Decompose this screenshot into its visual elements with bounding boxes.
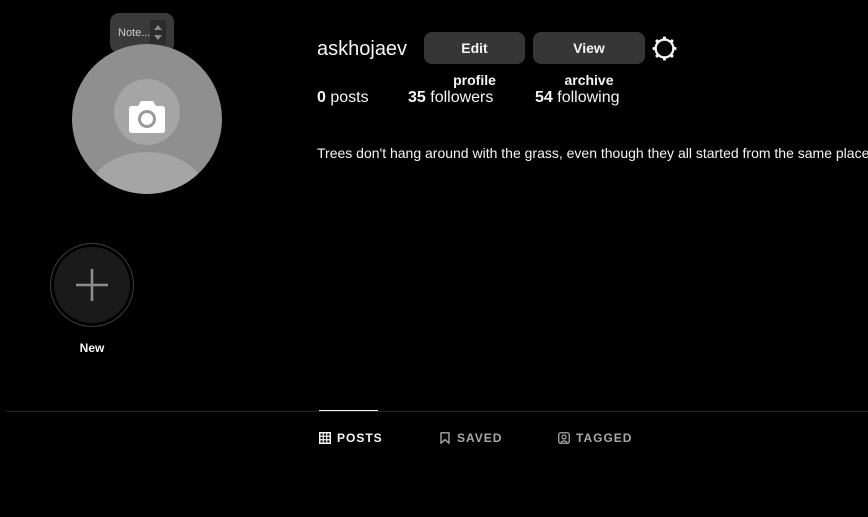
stepper-up-icon[interactable] (154, 25, 162, 30)
tab-posts[interactable]: POSTS (319, 431, 383, 447)
tab-saved-label: SAVED (457, 431, 503, 445)
profile-bio: Trees don't hang around with the grass, … (317, 145, 868, 161)
tabs-divider (6, 411, 868, 412)
edit-profile-button[interactable]: Edit profile (424, 32, 525, 88)
posts-count-label: posts (330, 89, 369, 106)
profile-page: Note... askhojaev Edit profile View arch… (0, 0, 868, 517)
new-highlight-label: New (79, 341, 105, 355)
tab-active-indicator (319, 410, 378, 411)
tab-tagged[interactable]: TAGGED (558, 431, 633, 447)
camera-icon (129, 101, 165, 133)
plus-icon (76, 269, 108, 301)
tab-saved[interactable]: SAVED (439, 431, 501, 447)
note-stepper[interactable] (150, 20, 166, 45)
avatar-shoulders (87, 152, 207, 194)
tab-tagged-label: TAGGED (576, 431, 633, 445)
posts-count-value: 0 (317, 89, 326, 106)
stepper-down-icon[interactable] (154, 35, 162, 40)
note-placeholder: Note... (118, 27, 151, 39)
posts-count: 0 posts (317, 89, 369, 107)
new-highlight-inner (54, 247, 130, 323)
followers-link[interactable]: 35 followers (408, 89, 493, 107)
tab-posts-label: POSTS (337, 431, 383, 445)
view-archive-button[interactable]: View archive (533, 32, 645, 88)
following-count-value: 54 (535, 89, 553, 106)
grid-icon (319, 432, 331, 444)
username: askhojaev (317, 38, 408, 60)
new-highlight-button[interactable] (50, 243, 134, 327)
following-count-label: following (557, 89, 620, 106)
avatar[interactable] (72, 44, 222, 194)
gear-icon[interactable] (652, 36, 677, 61)
following-link[interactable]: 54 following (535, 89, 620, 107)
followers-count-label: followers (430, 89, 494, 106)
followers-count-value: 35 (408, 89, 426, 106)
bookmark-icon (440, 432, 450, 444)
tag-user-icon (558, 432, 570, 444)
